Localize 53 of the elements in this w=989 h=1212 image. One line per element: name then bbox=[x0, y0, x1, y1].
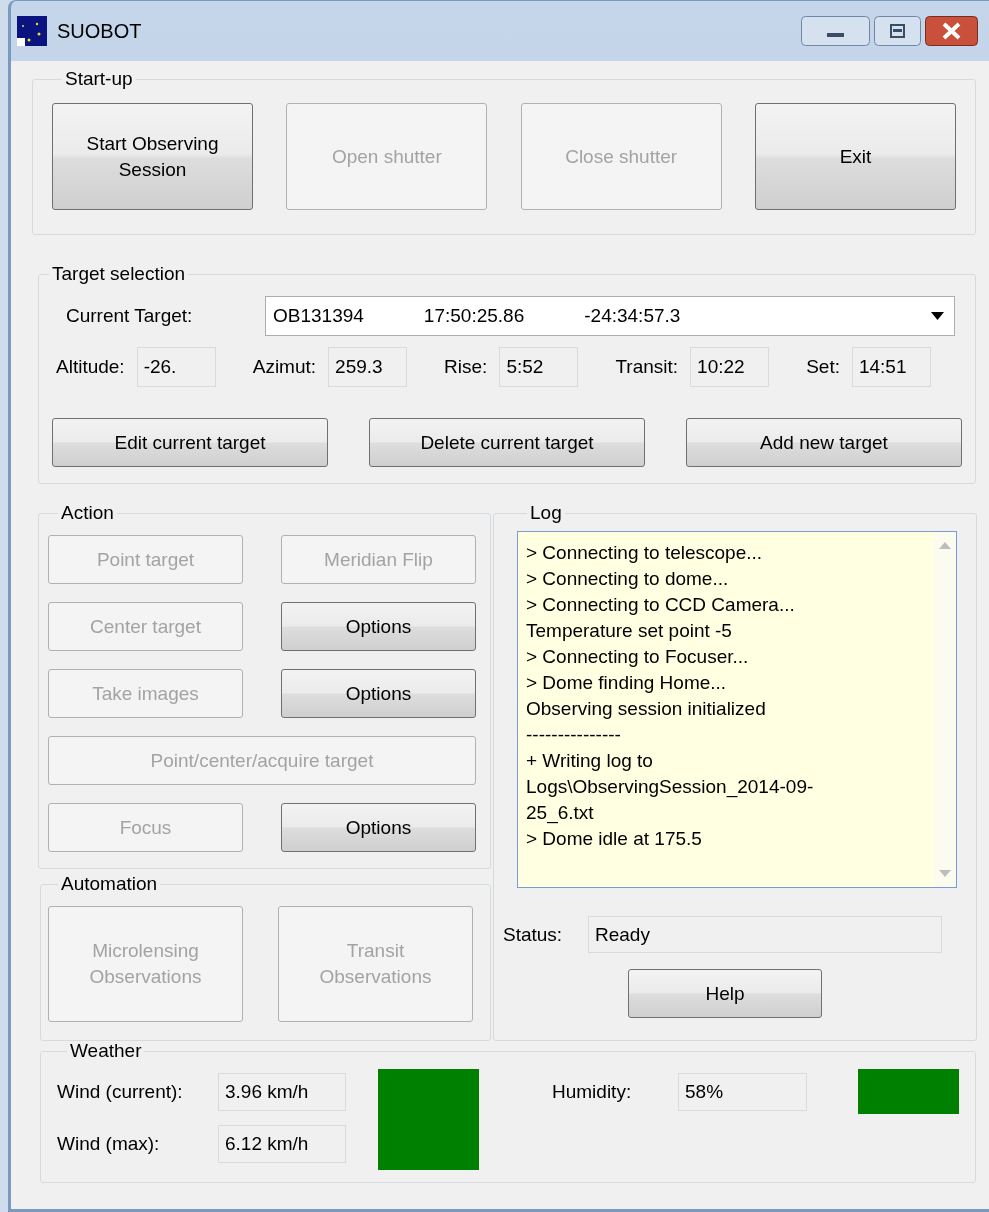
log-line: > Dome finding Home... bbox=[526, 671, 728, 695]
target-button[interactable]: Edit current target bbox=[52, 418, 328, 467]
startup-button[interactable]: Start Observing Session bbox=[52, 103, 253, 210]
group-label: Target selection bbox=[51, 262, 187, 286]
log-line: Logs\ObservingSession_2014-09- bbox=[526, 775, 815, 800]
readout-field: 5:52 bbox=[499, 347, 579, 387]
close-button[interactable] bbox=[925, 16, 978, 46]
field-label: Humidity: bbox=[552, 1080, 633, 1104]
readout-field: 10:22 bbox=[690, 347, 770, 387]
window-title: SUOBOT bbox=[57, 19, 142, 44]
log-line: > Dome idle at 175.5 bbox=[526, 827, 703, 851]
wind-field: 6.12 km/h bbox=[218, 1125, 346, 1163]
field-label: Wind (current): bbox=[57, 1080, 184, 1104]
group-label: Action bbox=[60, 501, 115, 525]
help-button[interactable]: Help bbox=[628, 969, 822, 1018]
log-line: 25_6.txt bbox=[526, 801, 595, 826]
status-field: Ready bbox=[588, 916, 942, 953]
startup-button[interactable]: Exit bbox=[755, 103, 956, 210]
log-line: > Connecting to Focuser... bbox=[526, 645, 750, 669]
field-label: Azimut: bbox=[252, 355, 317, 379]
field-label: Current Target: bbox=[66, 304, 194, 328]
action-button[interactable]: Options bbox=[281, 602, 476, 651]
log-line: > Connecting to dome... bbox=[526, 567, 730, 591]
log-line: > Connecting to CCD Camera... bbox=[526, 593, 796, 617]
log-line: + Writing log to bbox=[526, 749, 654, 773]
wind-field: 3.96 km/h bbox=[218, 1073, 346, 1111]
target-dropdown[interactable]: OB131394 17:50:25.86 -24:34:57.3 bbox=[265, 296, 955, 336]
group-label: Start-up bbox=[64, 67, 134, 91]
maximize-button[interactable] bbox=[874, 16, 921, 46]
field-label: Wind (max): bbox=[57, 1132, 161, 1156]
group-label: Automation bbox=[60, 872, 159, 896]
group-label: Log bbox=[529, 501, 563, 525]
minimize-button[interactable] bbox=[801, 16, 870, 46]
action-button[interactable]: Options bbox=[281, 803, 476, 852]
field-label: Altitude: bbox=[56, 355, 125, 379]
target-button[interactable]: Delete current target bbox=[369, 418, 645, 467]
log-line: --------------- bbox=[526, 723, 622, 747]
dropdown-arrow-icon bbox=[931, 312, 944, 320]
group-label: Weather bbox=[69, 1039, 143, 1063]
readout-field: 259.3 bbox=[328, 347, 408, 387]
humidity-field: 58% bbox=[678, 1073, 807, 1111]
app-icon bbox=[17, 16, 47, 46]
action-button[interactable]: Options bbox=[281, 669, 476, 718]
log-line: > Connecting to telescope... bbox=[526, 541, 764, 565]
log-line: Observing session initialized bbox=[526, 697, 767, 721]
target-button[interactable]: Add new target bbox=[686, 418, 962, 467]
field-label: Rise: bbox=[444, 355, 488, 379]
readout-field: -26. bbox=[136, 347, 216, 387]
field-label: Transit: bbox=[615, 355, 679, 379]
field-label: Status: bbox=[503, 922, 564, 947]
readout-field: 14:51 bbox=[851, 347, 931, 387]
log-line: Temperature set point -5 bbox=[526, 619, 733, 643]
field-label: Set: bbox=[806, 355, 840, 379]
